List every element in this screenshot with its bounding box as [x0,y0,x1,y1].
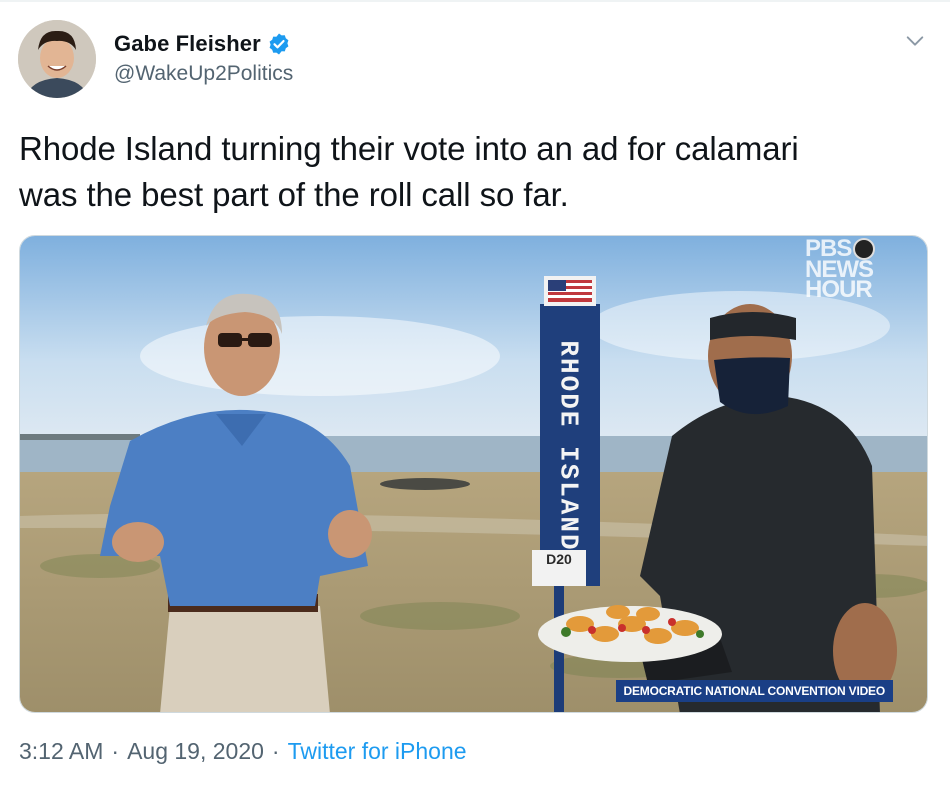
avatar-image [18,20,96,98]
sign-badge-text: D20 [546,551,572,567]
video-caption: DEMOCRATIC NATIONAL CONVENTION VIDEO [615,680,893,702]
tweet-text: Rhode Island turning their vote into an … [19,126,924,218]
sign-badge: D20 [532,550,586,586]
name-row: Gabe Fleisher [114,30,293,58]
avatar[interactable] [18,20,96,98]
tweet-meta: 3:12 AM · Aug 19, 2020 · Twitter for iPh… [19,738,467,765]
chevron-down-icon [906,36,924,46]
meta-separator: · [271,738,280,764]
more-options-button[interactable] [898,26,932,56]
tweet-date[interactable]: Aug 19, 2020 [127,738,264,765]
meta-separator: · [111,738,120,764]
top-divider [0,0,950,2]
sign-label: RHODE ISLAND [554,340,585,552]
author-block: Gabe Fleisher @WakeUp2Politics [114,30,293,86]
verified-badge-icon [267,32,291,56]
pbs-logo-text: HOUR [805,276,873,303]
video-frame [20,236,927,712]
display-name[interactable]: Gabe Fleisher [114,31,261,57]
media-video[interactable]: PBS NEWS HOUR RHODE ISLAND D20 DEMOCRATI… [19,235,928,713]
rhode-island-sign: RHODE ISLAND [544,316,594,576]
pbs-newshour-logo: PBS NEWS HOUR [805,237,891,303]
tweet-source-link[interactable]: Twitter for iPhone [288,738,467,765]
tweet-text-line: Rhode Island turning their vote into an … [19,130,799,167]
tweet-time[interactable]: 3:12 AM [19,738,103,765]
tweet-text-line: was the best part of the roll call so fa… [19,176,569,213]
handle[interactable]: @WakeUp2Politics [114,62,293,86]
